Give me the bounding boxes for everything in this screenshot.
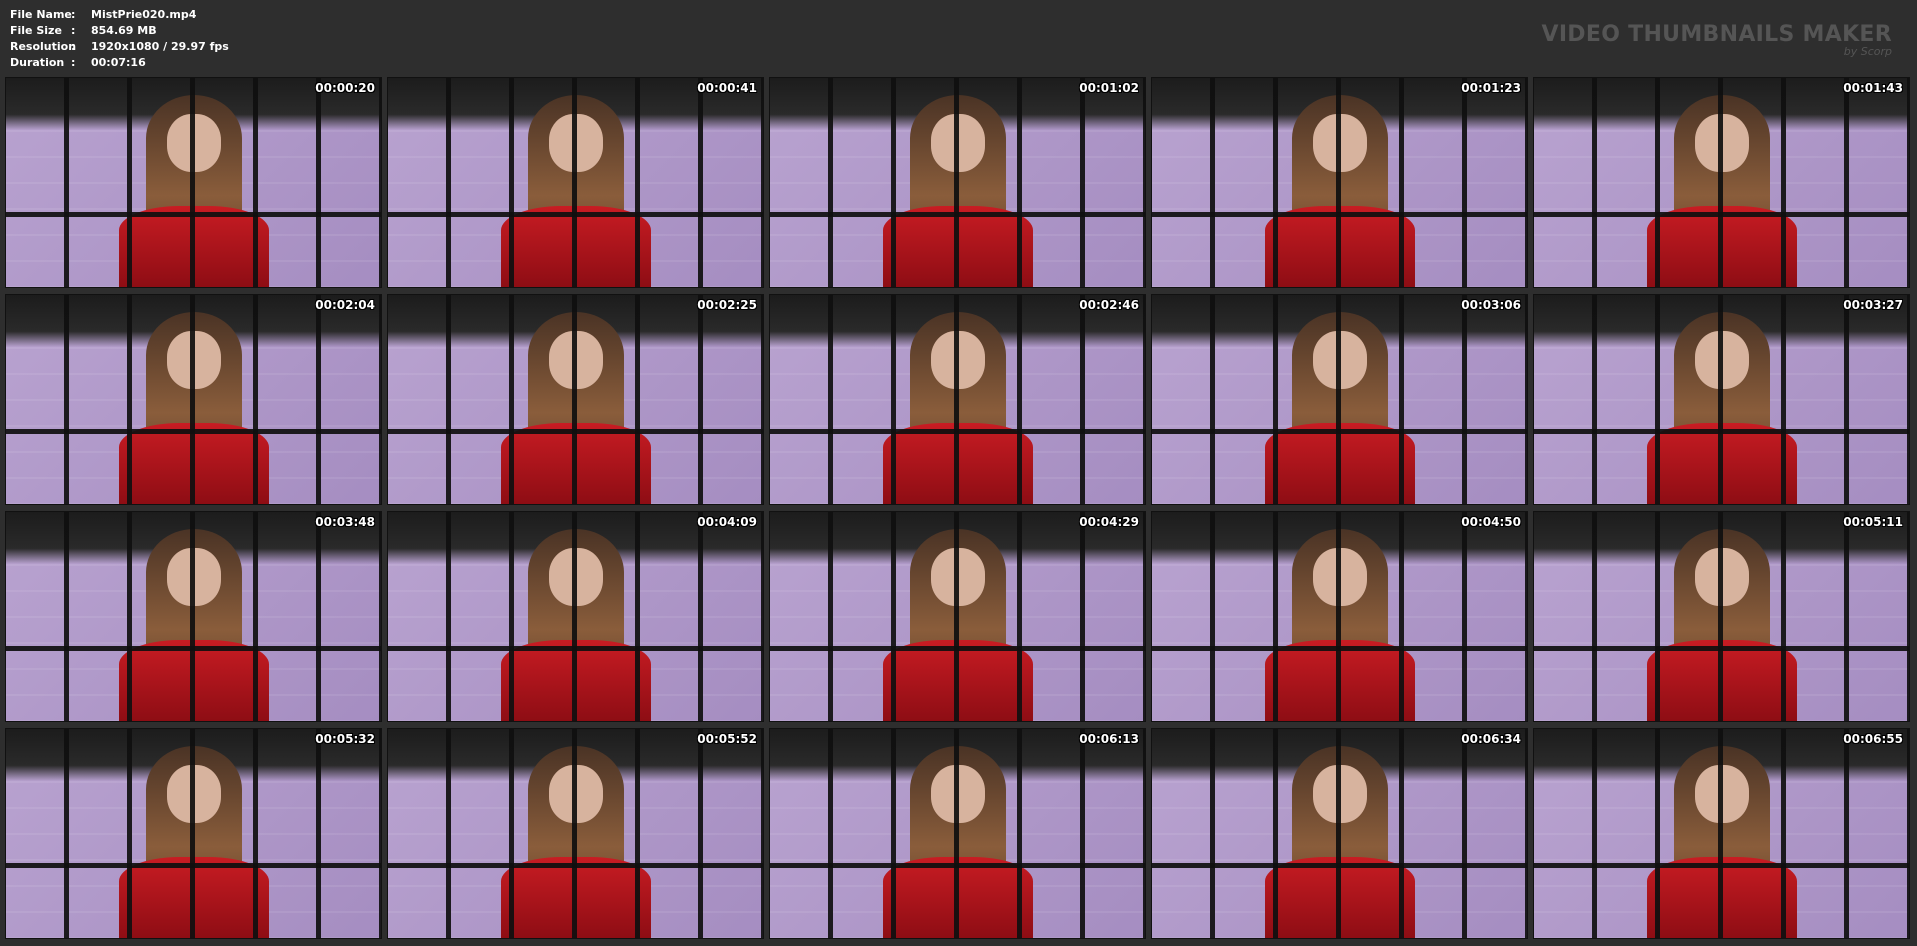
separator: : — [71, 56, 76, 69]
timestamp-label: 00:06:13 — [1079, 732, 1139, 746]
thumbnail-frame: 00:05:11 — [1533, 511, 1910, 722]
cage-bars — [6, 295, 381, 504]
thumbnail-frame: 00:06:55 — [1533, 728, 1910, 939]
thumbnail-frame: 00:02:25 — [387, 294, 764, 505]
thumbnail-frame: 00:01:43 — [1533, 77, 1910, 288]
timestamp-label: 00:05:52 — [697, 732, 757, 746]
duration-row: Duration : 00:07:16 — [10, 55, 229, 71]
cage-bars — [770, 295, 1145, 504]
thumbnail-frame: 00:02:04 — [5, 294, 382, 505]
thumbnail-frame: 00:06:34 — [1151, 728, 1528, 939]
timestamp-label: 00:03:06 — [1461, 298, 1521, 312]
timestamp-label: 00:05:32 — [315, 732, 375, 746]
cage-bars — [770, 512, 1145, 721]
thumbnail-frame: 00:02:46 — [769, 294, 1146, 505]
file-name-label: File Name — [10, 8, 72, 21]
cage-bars — [388, 729, 763, 938]
resolution-value: 1920x1080 / 29.97 fps — [91, 40, 229, 53]
separator: : — [71, 8, 76, 21]
file-size-row: File Size : 854.69 MB — [10, 23, 229, 39]
resolution-row: Resolution : 1920x1080 / 29.97 fps — [10, 39, 229, 55]
timestamp-label: 00:03:27 — [1843, 298, 1903, 312]
separator: : — [71, 40, 76, 53]
thumbnail-frame: 00:00:20 — [5, 77, 382, 288]
timestamp-label: 00:05:11 — [1843, 515, 1903, 529]
thumbnail-frame: 00:03:27 — [1533, 294, 1910, 505]
file-info-panel: File Name : MistPrie020.mp4 File Size : … — [10, 7, 229, 71]
file-name-value: MistPrie020.mp4 — [91, 8, 197, 21]
timestamp-label: 00:01:43 — [1843, 81, 1903, 95]
duration-label: Duration — [10, 56, 65, 69]
thumbnail-frame: 00:05:32 — [5, 728, 382, 939]
cage-bars — [770, 78, 1145, 287]
thumbnail-frame: 00:05:52 — [387, 728, 764, 939]
cage-bars — [388, 512, 763, 721]
thumbnail-frame: 00:01:02 — [769, 77, 1146, 288]
file-size-value: 854.69 MB — [91, 24, 157, 37]
cage-bars — [388, 78, 763, 287]
resolution-label: Resolution — [10, 40, 77, 53]
cage-bars — [6, 512, 381, 721]
cage-bars — [1152, 512, 1527, 721]
cage-bars — [1152, 78, 1527, 287]
duration-value: 00:07:16 — [91, 56, 146, 69]
thumbnail-frame: 00:04:09 — [387, 511, 764, 722]
cage-bars — [1152, 295, 1527, 504]
cage-bars — [770, 729, 1145, 938]
cage-bars — [1534, 729, 1909, 938]
thumbnail-frame: 00:04:50 — [1151, 511, 1528, 722]
timestamp-label: 00:04:09 — [697, 515, 757, 529]
file-size-label: File Size — [10, 24, 62, 37]
cage-bars — [6, 78, 381, 287]
brand-watermark: VIDEO THUMBNAILS MAKER by Scorp — [1542, 22, 1893, 58]
timestamp-label: 00:06:55 — [1843, 732, 1903, 746]
cage-bars — [6, 729, 381, 938]
thumbnail-frame: 00:03:06 — [1151, 294, 1528, 505]
cage-bars — [1152, 729, 1527, 938]
cage-bars — [1534, 512, 1909, 721]
timestamp-label: 00:04:50 — [1461, 515, 1521, 529]
timestamp-label: 00:04:29 — [1079, 515, 1139, 529]
thumbnail-frame: 00:06:13 — [769, 728, 1146, 939]
thumbnail-frame: 00:00:41 — [387, 77, 764, 288]
timestamp-label: 00:00:41 — [697, 81, 757, 95]
timestamp-label: 00:02:25 — [697, 298, 757, 312]
cage-bars — [1534, 78, 1909, 287]
timestamp-label: 00:02:04 — [315, 298, 375, 312]
thumbnail-grid: 00:00:20 00:00:41 00:01:02 00:01:23 00:01:43… — [5, 77, 1910, 939]
file-name-row: File Name : MistPrie020.mp4 — [10, 7, 229, 23]
cage-bars — [388, 295, 763, 504]
timestamp-label: 00:02:46 — [1079, 298, 1139, 312]
timestamp-label: 00:01:02 — [1079, 81, 1139, 95]
thumbnail-frame: 00:03:48 — [5, 511, 382, 722]
cage-bars — [1534, 295, 1909, 504]
brand-title: VIDEO THUMBNAILS MAKER — [1541, 22, 1892, 47]
thumbnail-frame: 00:04:29 — [769, 511, 1146, 722]
separator: : — [71, 24, 76, 37]
timestamp-label: 00:06:34 — [1461, 732, 1521, 746]
timestamp-label: 00:03:48 — [315, 515, 375, 529]
thumbnail-frame: 00:01:23 — [1151, 77, 1528, 288]
timestamp-label: 00:00:20 — [315, 81, 375, 95]
timestamp-label: 00:01:23 — [1461, 81, 1521, 95]
